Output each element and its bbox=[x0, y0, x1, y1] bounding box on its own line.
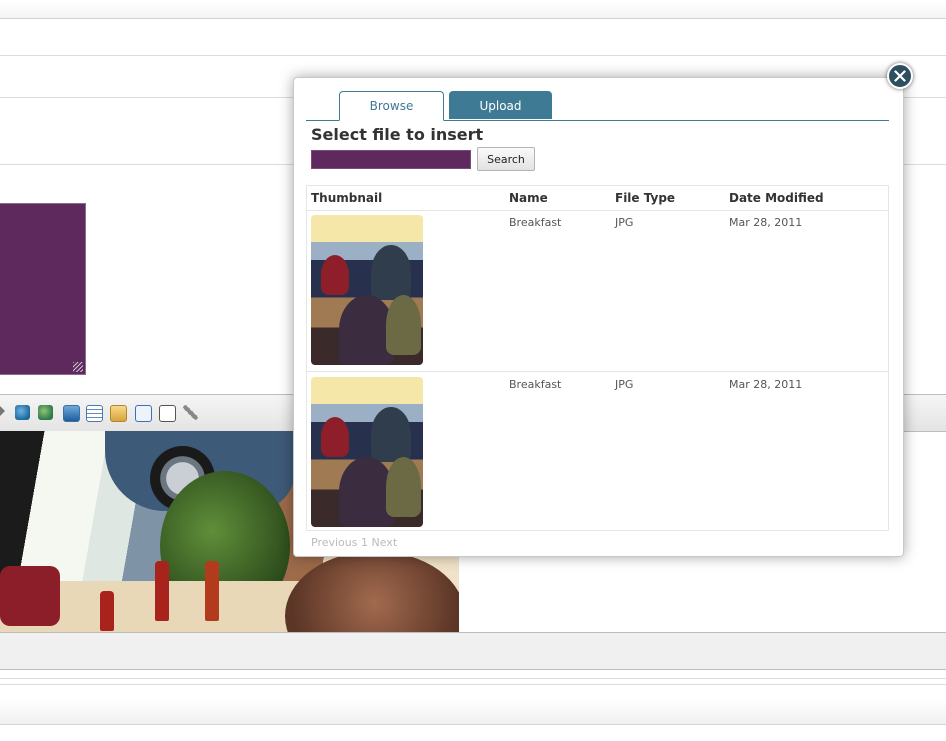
divider bbox=[0, 684, 946, 685]
preview-icon[interactable] bbox=[159, 405, 176, 422]
column-header-name: Name bbox=[509, 191, 548, 205]
file-name[interactable]: Breakfast bbox=[509, 378, 561, 391]
file-thumbnail[interactable] bbox=[311, 215, 423, 365]
photo-bottle bbox=[155, 561, 169, 621]
file-date-modified: Mar 28, 2011 bbox=[729, 216, 803, 229]
file-table: Thumbnail Name File Type Date Modified B… bbox=[306, 185, 889, 531]
top-bar bbox=[0, 0, 946, 19]
link-icon[interactable] bbox=[15, 405, 30, 420]
search-button[interactable]: Search bbox=[477, 147, 535, 171]
dialog-tabs: Browse Upload bbox=[306, 91, 889, 121]
unlink-icon[interactable] bbox=[38, 405, 53, 420]
tab-upload[interactable]: Upload bbox=[449, 91, 552, 119]
image-icon[interactable] bbox=[63, 405, 80, 422]
pagination-page[interactable]: 1 bbox=[361, 536, 368, 549]
photo-bottle bbox=[100, 591, 114, 631]
table-row[interactable]: Breakfast JPG Mar 28, 2011 bbox=[307, 210, 888, 371]
photo-bottle bbox=[205, 561, 219, 621]
file-type: JPG bbox=[615, 378, 634, 391]
dialog-heading: Select file to insert bbox=[311, 125, 484, 144]
file-type: JPG bbox=[615, 216, 634, 229]
file-name[interactable]: Breakfast bbox=[509, 216, 561, 229]
close-dialog-button[interactable] bbox=[887, 63, 913, 89]
pagination: Previous 1 Next bbox=[311, 536, 397, 549]
close-icon bbox=[894, 70, 906, 82]
divider bbox=[0, 55, 946, 56]
tab-browse[interactable]: Browse bbox=[339, 91, 444, 121]
file-date-modified: Mar 28, 2011 bbox=[729, 378, 803, 391]
divider bbox=[0, 678, 946, 679]
page-footer bbox=[0, 700, 946, 725]
table-icon[interactable] bbox=[86, 405, 103, 422]
editor-status-bar bbox=[0, 632, 946, 670]
table-header: Thumbnail Name File Type Date Modified bbox=[307, 186, 888, 211]
table-row[interactable]: Breakfast JPG Mar 28, 2011 bbox=[307, 371, 888, 532]
column-header-file-type: File Type bbox=[615, 191, 676, 205]
file-picker-dialog: Browse Upload Select file to insert Sear… bbox=[293, 77, 904, 557]
pagination-next[interactable]: Next bbox=[372, 536, 398, 549]
search-input[interactable] bbox=[311, 150, 471, 169]
pagination-previous[interactable]: Previous bbox=[311, 536, 358, 549]
photo-head bbox=[285, 551, 459, 632]
toolbar-expand-arrow-icon[interactable] bbox=[0, 406, 5, 416]
column-header-date-modified: Date Modified bbox=[729, 191, 824, 205]
color-swatch-textarea[interactable] bbox=[0, 203, 86, 375]
file-thumbnail[interactable] bbox=[311, 377, 423, 527]
source-code-icon[interactable] bbox=[135, 405, 152, 422]
resize-grip[interactable] bbox=[73, 362, 83, 372]
column-header-thumbnail: Thumbnail bbox=[311, 191, 383, 205]
paste-icon[interactable] bbox=[110, 405, 127, 422]
photo-chair bbox=[0, 566, 60, 626]
attach-icon[interactable] bbox=[183, 405, 198, 420]
